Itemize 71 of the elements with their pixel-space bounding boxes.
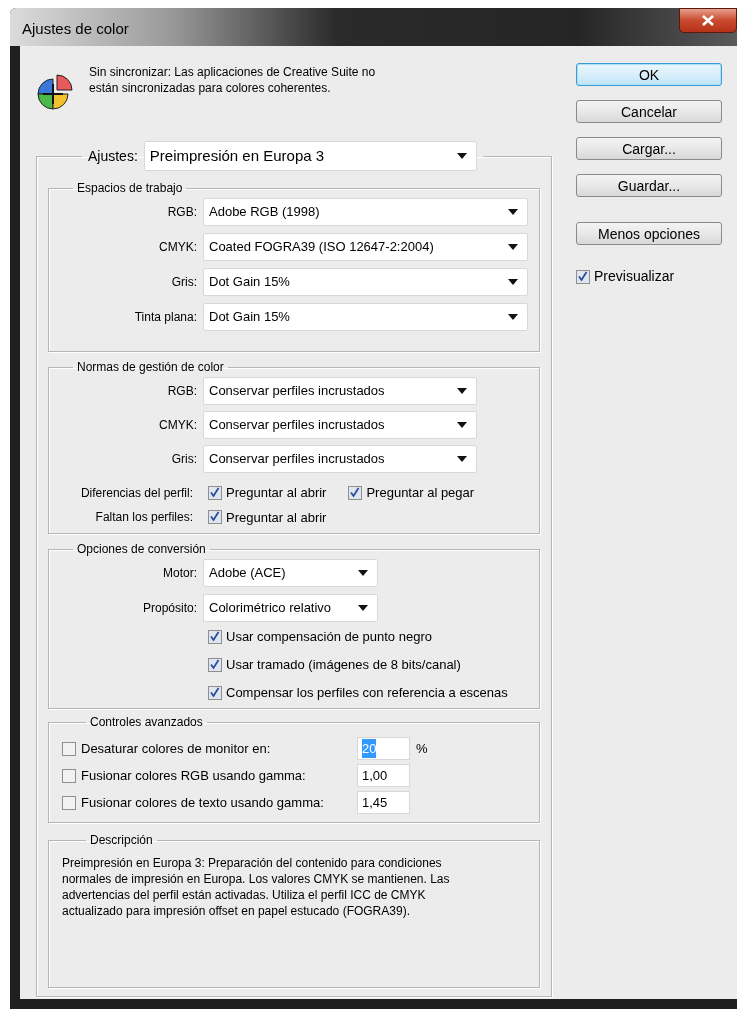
caret-icon xyxy=(508,279,518,285)
dropdown[interactable]: Conservar perfiles incrustados xyxy=(203,377,477,405)
group-title: Espacios de trabajo xyxy=(76,180,184,197)
dialog-button[interactable]: Cargar... xyxy=(576,137,722,160)
sync-message: Sin sincronizar: Las aplicaciones de Creative Suite no están sincronizadas para colores coherentes. xyxy=(89,64,377,96)
checkbox-label: Compensar los perfiles con referencia a escenas xyxy=(226,684,508,703)
settings-label: Ajustes: xyxy=(88,146,138,166)
checkbox-label: Preguntar al abrir xyxy=(226,484,327,502)
dialog-button[interactable]: Guardar... xyxy=(576,174,722,197)
caret-icon xyxy=(456,153,467,159)
options-button[interactable]: Menos opciones xyxy=(576,222,722,245)
field-label: Tinta plana: xyxy=(133,309,197,326)
close-button[interactable] xyxy=(679,8,737,33)
field-label: Propósito: xyxy=(141,600,197,617)
caret-icon xyxy=(358,570,368,576)
group-title: Descripción xyxy=(89,832,154,849)
dropdown[interactable]: Adobe (ACE) xyxy=(203,559,378,587)
caret-icon xyxy=(508,209,518,215)
number-field[interactable]: 1,00 xyxy=(357,764,410,787)
dropdown[interactable]: Conservar perfiles incrustados xyxy=(203,445,477,473)
checkbox[interactable] xyxy=(208,630,222,644)
description-text: Preimpresión en Europa 3: Preparación del contenido para condiciones normales de impresión en Europa. Los valores CMYK se mantienen. Las advertencias del perfil están activadas. Utiliza el perfil ICC de CMYK actualizado para impresión offset en papel estucado (FOGRA39). xyxy=(62,855,451,919)
field-label: CMYK: xyxy=(158,417,197,434)
number-field[interactable]: 1,45 xyxy=(357,791,410,814)
group-title: Controles avanzados xyxy=(89,714,204,731)
window-title: Ajustes de color xyxy=(22,19,129,39)
field-label: Motor: xyxy=(162,565,197,582)
dropdown[interactable]: Dot Gain 15% xyxy=(203,268,528,296)
caret-icon xyxy=(457,388,467,394)
unit-label: % xyxy=(416,739,428,758)
field-label: Gris: xyxy=(170,274,197,291)
checkbox[interactable] xyxy=(208,658,222,672)
checkbox-label: Fusionar colores RGB usando gamma: xyxy=(81,766,307,785)
dropdown[interactable]: Adobe RGB (1998) xyxy=(203,198,528,226)
field-label: Faltan los perfiles: xyxy=(94,509,193,527)
color-wheel-icon xyxy=(36,72,74,112)
caret-icon xyxy=(358,605,368,611)
dialog-button[interactable]: OK xyxy=(576,63,722,86)
checkbox[interactable] xyxy=(62,741,76,756)
field-label: Gris: xyxy=(170,451,197,468)
checkbox-label: Fusionar colores de texto usando gamma: xyxy=(81,793,325,812)
checkbox-label: Desaturar colores de monitor en: xyxy=(81,739,272,758)
dialog-button[interactable]: Cancelar xyxy=(576,100,722,123)
group-title: Opciones de conversión xyxy=(76,541,207,558)
checkbox[interactable] xyxy=(62,768,76,783)
group-title: Normas de gestión de color xyxy=(76,359,225,376)
field-label: RGB: xyxy=(166,383,197,400)
checkbox-label: Usar tramado (imágenes de 8 bits/canal) xyxy=(226,656,461,675)
dropdown[interactable]: Preimpresión en Europa 3 xyxy=(143,141,477,171)
checkbox[interactable] xyxy=(348,485,363,500)
checkbox[interactable] xyxy=(576,269,590,284)
checkbox-label: Preguntar al abrir xyxy=(226,508,327,527)
dropdown[interactable]: Colorimétrico relativo xyxy=(203,594,378,622)
caret-icon xyxy=(508,244,518,250)
checkbox-label: Preguntar al pegar xyxy=(366,484,475,502)
caret-icon xyxy=(457,422,467,428)
dropdown[interactable]: Dot Gain 15% xyxy=(203,303,528,331)
dropdown[interactable]: Coated FOGRA39 (ISO 12647-2:2004) xyxy=(203,233,528,261)
checkbox-label: Previsualizar xyxy=(594,267,675,286)
caret-icon xyxy=(508,314,518,320)
checkbox[interactable] xyxy=(208,485,222,500)
checkbox[interactable] xyxy=(208,686,222,700)
close-icon xyxy=(702,15,714,26)
field-label: Diferencias del perfil: xyxy=(79,484,193,502)
checkbox[interactable] xyxy=(208,510,222,525)
dropdown[interactable]: Conservar perfiles incrustados xyxy=(203,411,477,439)
checkbox-label: Usar compensación de punto negro xyxy=(226,628,432,647)
checkbox[interactable] xyxy=(62,795,76,810)
field-label: RGB: xyxy=(166,204,197,221)
caret-icon xyxy=(457,456,467,462)
field-label: CMYK: xyxy=(158,239,197,256)
